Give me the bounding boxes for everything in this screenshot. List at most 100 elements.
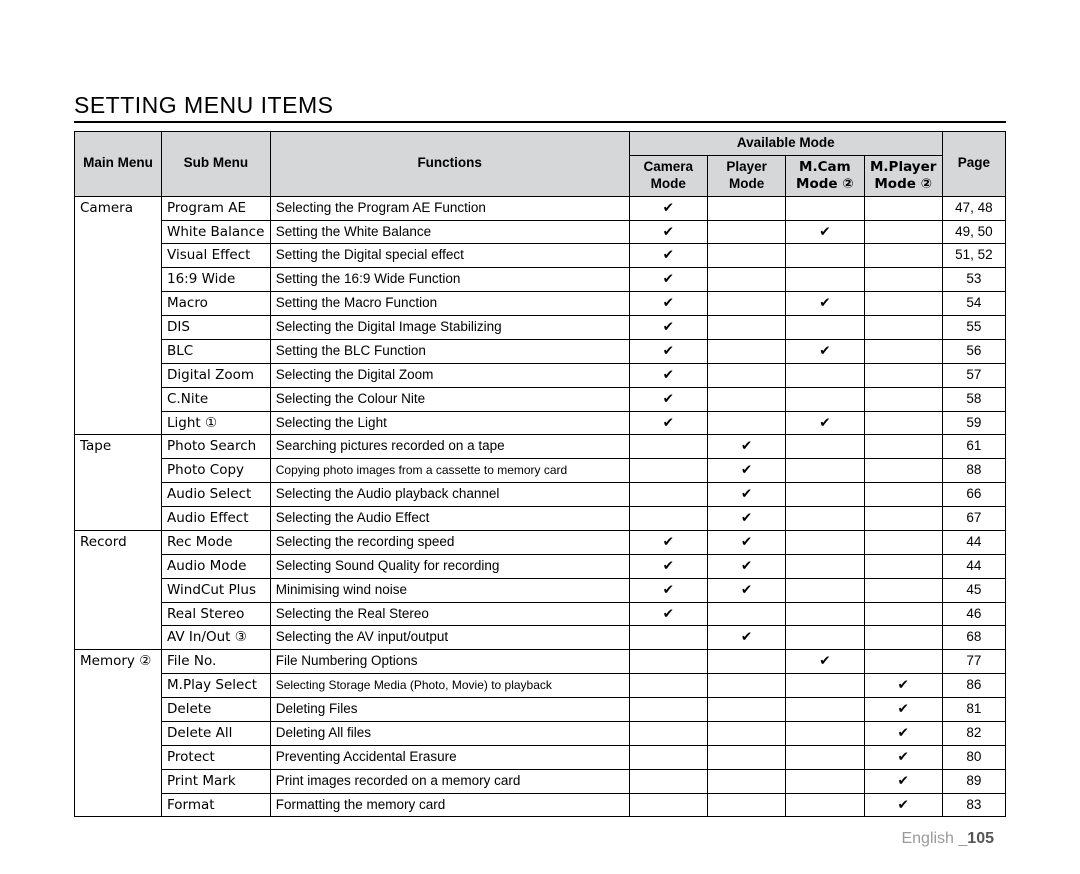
mode-cell <box>786 745 864 769</box>
mode-cell <box>786 244 864 268</box>
footer-language: English <box>901 830 953 847</box>
mode-cell: ✔ <box>629 292 707 316</box>
mode-cell <box>629 483 707 507</box>
table-row: White BalanceSetting the White Balance✔✔… <box>75 220 1006 244</box>
mode-cell <box>707 220 785 244</box>
sub-menu-cell: Delete <box>162 698 271 722</box>
mode-cell <box>786 721 864 745</box>
table-row: AV In/Out ③Selecting the AV input/output… <box>75 626 1006 650</box>
mode-cell <box>864 650 942 674</box>
sub-menu-cell: Format <box>162 793 271 817</box>
mode-cell <box>707 363 785 387</box>
mode-cell <box>864 602 942 626</box>
mode-cell <box>864 459 942 483</box>
mode-cell: ✔ <box>707 483 785 507</box>
table-row: Audio ModeSelecting Sound Quality for re… <box>75 554 1006 578</box>
page-cell: 68 <box>942 626 1005 650</box>
function-cell: Selecting the Audio Effect <box>270 507 629 531</box>
mode-cell: ✔ <box>629 316 707 340</box>
mode-cell <box>786 483 864 507</box>
mode-cell <box>629 459 707 483</box>
sub-menu-cell: Protect <box>162 745 271 769</box>
page-cell: 53 <box>942 268 1005 292</box>
sub-menu-cell: Audio Mode <box>162 554 271 578</box>
mode-cell <box>786 626 864 650</box>
table-row: ProtectPreventing Accidental Erasure✔80 <box>75 745 1006 769</box>
sub-menu-cell: C.Nite <box>162 387 271 411</box>
sub-menu-cell: Audio Select <box>162 483 271 507</box>
mode-cell <box>786 507 864 531</box>
mode-cell <box>864 244 942 268</box>
mode-cell <box>707 602 785 626</box>
mode-cell <box>707 268 785 292</box>
page-title: SETTING MENU ITEMS <box>74 92 1006 123</box>
table-row: WindCut PlusMinimising wind noise✔✔45 <box>75 578 1006 602</box>
sub-menu-cell: Print Mark <box>162 769 271 793</box>
mode-cell: ✔ <box>786 411 864 435</box>
mode-cell <box>786 387 864 411</box>
table-row: Audio EffectSelecting the Audio Effect✔6… <box>75 507 1006 531</box>
mode-cell: ✔ <box>629 363 707 387</box>
mode-cell <box>864 339 942 363</box>
main-menu-cell: Memory ② <box>75 650 162 817</box>
th-functions: Functions <box>270 132 629 197</box>
mode-cell: ✔ <box>629 387 707 411</box>
mode-cell <box>629 435 707 459</box>
mode-cell: ✔ <box>707 554 785 578</box>
function-cell: Selecting the Real Stereo <box>270 602 629 626</box>
mode-cell: ✔ <box>629 339 707 363</box>
main-menu-cell: Camera <box>75 196 162 435</box>
th-main-menu: Main Menu <box>75 132 162 197</box>
mode-cell <box>786 674 864 698</box>
function-cell: Setting the BLC Function <box>270 339 629 363</box>
table-row: FormatFormatting the memory card✔83 <box>75 793 1006 817</box>
function-cell: Selecting the Program AE Function <box>270 196 629 220</box>
table-row: CameraProgram AESelecting the Program AE… <box>75 196 1006 220</box>
table-row: Light ①Selecting the Light✔✔59 <box>75 411 1006 435</box>
mode-cell <box>707 698 785 722</box>
sub-menu-cell: Digital Zoom <box>162 363 271 387</box>
mode-cell <box>786 554 864 578</box>
mode-cell <box>786 578 864 602</box>
page-cell: 58 <box>942 387 1005 411</box>
function-cell: Selecting the AV input/output <box>270 626 629 650</box>
function-cell: Minimising wind noise <box>270 578 629 602</box>
table-row: Real StereoSelecting the Real Stereo✔46 <box>75 602 1006 626</box>
mode-cell <box>864 578 942 602</box>
page-cell: 44 <box>942 530 1005 554</box>
function-cell: Deleting Files <box>270 698 629 722</box>
sub-menu-cell: Real Stereo <box>162 602 271 626</box>
mode-cell: ✔ <box>629 602 707 626</box>
function-cell: Searching pictures recorded on a tape <box>270 435 629 459</box>
function-cell: Selecting Storage Media (Photo, Movie) t… <box>270 674 629 698</box>
mode-cell <box>864 626 942 650</box>
mode-cell <box>864 363 942 387</box>
mode-cell <box>864 435 942 459</box>
mode-cell: ✔ <box>707 578 785 602</box>
settings-table: Main Menu Sub Menu Functions Available M… <box>74 131 1006 817</box>
table-row: DISSelecting the Digital Image Stabilizi… <box>75 316 1006 340</box>
mode-cell <box>707 793 785 817</box>
mode-cell: ✔ <box>629 244 707 268</box>
mode-cell <box>707 745 785 769</box>
function-cell: Copying photo images from a cassette to … <box>270 459 629 483</box>
mode-cell: ✔ <box>786 220 864 244</box>
mode-cell <box>864 507 942 531</box>
mode-cell <box>707 674 785 698</box>
main-menu-cell: Record <box>75 530 162 649</box>
th-available-mode: Available Mode <box>629 132 942 156</box>
mode-cell: ✔ <box>707 530 785 554</box>
function-cell: Print images recorded on a memory card <box>270 769 629 793</box>
mode-cell: ✔ <box>629 578 707 602</box>
mode-cell <box>864 411 942 435</box>
mode-cell <box>707 650 785 674</box>
page-cell: 57 <box>942 363 1005 387</box>
function-cell: Setting the 16:9 Wide Function <box>270 268 629 292</box>
mode-cell <box>864 483 942 507</box>
sub-menu-cell: BLC <box>162 339 271 363</box>
page-cell: 80 <box>942 745 1005 769</box>
function-cell: Selecting the Digital Image Stabilizing <box>270 316 629 340</box>
th-camera-mode: Camera Mode <box>629 155 707 196</box>
sub-menu-cell: Audio Effect <box>162 507 271 531</box>
th-player-mode: Player Mode <box>707 155 785 196</box>
